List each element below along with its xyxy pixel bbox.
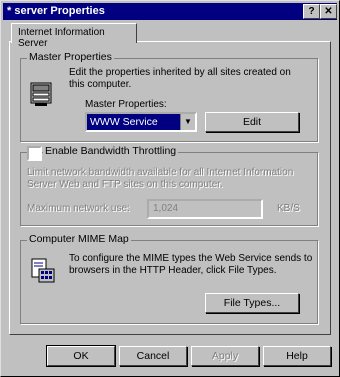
max-network-use-value: 1,024 [153,203,179,214]
help-button[interactable]: Help [263,346,331,366]
bandwidth-unit: KB/S [277,203,300,214]
tab-label: Internet Information Server [18,27,105,49]
mime-map-description: To configure the MIME types the Web Serv… [69,253,313,276]
master-properties-dropdown[interactable]: WWW Service ▼ [85,112,197,132]
cancel-button[interactable]: Cancel [119,346,187,366]
help-icon[interactable]: ? [303,4,320,19]
master-properties-dropdown-label: Master Properties: [85,99,167,110]
max-network-use-input[interactable]: 1,024 [147,199,263,219]
chevron-down-icon[interactable]: ▼ [180,114,195,130]
master-properties-description: Edit the properties inherited by all sit… [69,67,291,90]
mime-map-group-label: Computer MIME Map [27,233,131,245]
server-icon [30,82,52,106]
master-properties-selected: WWW Service [90,116,158,128]
window-title: * server Properties [7,5,105,17]
file-types-button[interactable]: File Types... [205,293,299,313]
tab-internet-information-server[interactable]: Internet Information Server [11,23,137,49]
apply-button[interactable]: Apply [191,346,259,366]
server-properties-dialog: * server Properties ? ✕ Internet Informa… [0,0,340,377]
max-network-use-label: Maximum network use: [27,203,130,214]
title-bar[interactable]: * server Properties ? ✕ [3,3,337,20]
enable-bandwidth-label[interactable]: Enable Bandwidth Throttling [43,145,179,157]
edit-button[interactable]: Edit [205,112,299,132]
master-properties-group-label: Master Properties [27,51,114,63]
enable-bandwidth-checkbox[interactable] [27,146,42,161]
mime-map-group: Computer MIME Map To configure the MIME … [20,233,318,324]
ok-button[interactable]: OK [46,345,116,367]
close-icon[interactable]: ✕ [320,4,337,19]
bandwidth-group: Enable Bandwidth Throttling Limit networ… [20,145,318,226]
file-types-icon [31,258,55,283]
master-properties-group: Master Properties Edit the properties in… [20,51,318,142]
bandwidth-description: Limit network bandwidth available for al… [27,167,294,190]
tab-panel: Master Properties Edit the properties in… [9,41,331,335]
